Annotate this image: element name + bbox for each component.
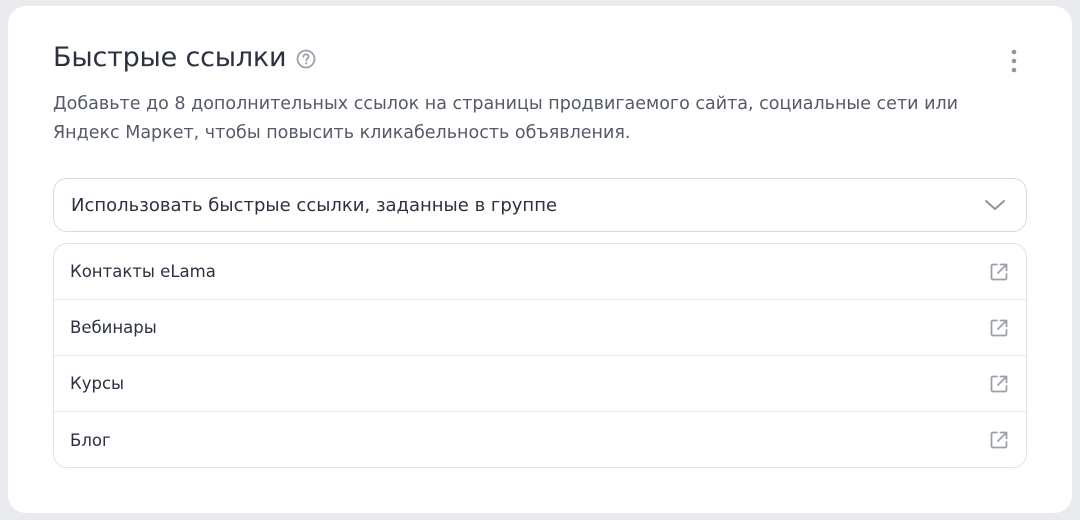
question-circle-icon[interactable] (295, 48, 317, 70)
more-vertical-icon (1011, 49, 1017, 73)
chevron-down-icon (985, 200, 1005, 210)
more-options-button[interactable] (1002, 46, 1026, 76)
select-value: Использовать быстрые ссылки, заданные в … (71, 194, 558, 216)
card-title: Быстрые ссылки (53, 42, 287, 73)
quick-link-label: Блог (70, 430, 111, 450)
quick-link-label: Вебинары (70, 318, 157, 337)
quick-link-label: Курсы (70, 374, 125, 393)
quick-link-item[interactable]: Контакты eLama (54, 244, 1026, 300)
external-link-icon[interactable] (988, 317, 1010, 339)
quick-link-label: Контакты eLama (70, 262, 216, 281)
quick-link-item[interactable]: Вебинары (54, 300, 1026, 356)
quick-links-list: Контакты eLama Вебинары Курсы Блог (53, 243, 1027, 468)
card-description: Добавьте до 8 дополнительных ссылок на с… (53, 94, 959, 143)
external-link-icon[interactable] (988, 261, 1010, 283)
card-header: Быстрые ссылки (53, 42, 317, 73)
external-link-icon[interactable] (988, 373, 1010, 395)
quick-link-item[interactable]: Курсы (54, 356, 1026, 412)
quick-links-source-select[interactable]: Использовать быстрые ссылки, заданные в … (53, 178, 1027, 232)
quick-links-card: Быстрые ссылки Добавьте до 8 дополнитель… (8, 6, 1072, 513)
quick-link-item[interactable]: Блог (54, 412, 1026, 467)
external-link-icon[interactable] (988, 429, 1010, 451)
